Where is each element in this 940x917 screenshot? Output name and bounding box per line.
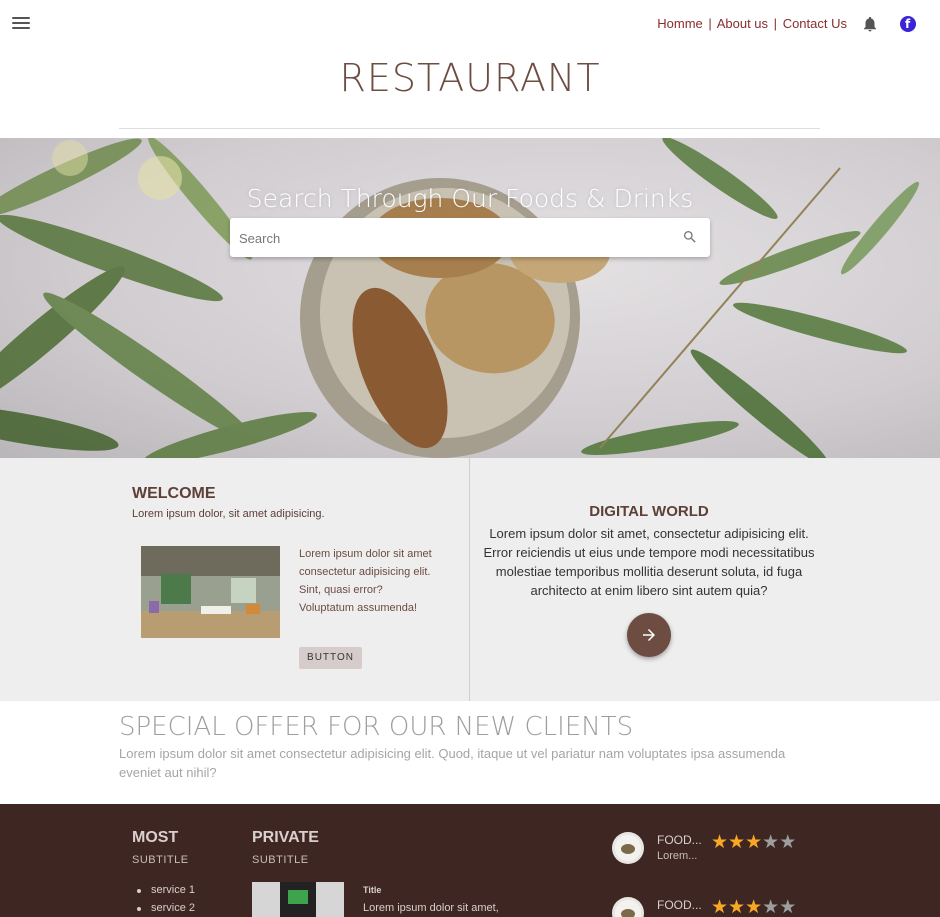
- most-subtitle: SUBTITLE: [132, 854, 189, 866]
- hero-title: Search Through Our Foods & Drinks: [246, 184, 694, 213]
- arrow-right-icon: [643, 629, 655, 641]
- food-avatar: [612, 897, 644, 917]
- services-list: service 1 service 2: [136, 884, 195, 917]
- private-title: PRIVATE: [252, 829, 319, 846]
- private-item-image: [252, 882, 344, 917]
- nav-link-about[interactable]: About us: [717, 16, 768, 31]
- welcome-subtitle: Lorem ipsum dolor, sit amet adipisicing.: [132, 508, 325, 520]
- star-icon[interactable]: ★: [779, 831, 796, 853]
- welcome-body: Lorem ipsum dolor sit amet consectetur a…: [299, 548, 432, 614]
- star-icon[interactable]: ★: [728, 896, 745, 917]
- list-item[interactable]: service 1: [136, 884, 195, 902]
- food-desc: Lorem...: [657, 850, 698, 862]
- star-icon[interactable]: ★: [745, 831, 762, 853]
- footer: MOST SUBTITLE service 1 service 2 PRIVAT…: [0, 804, 940, 917]
- nav-link-home[interactable]: Homme: [657, 16, 703, 31]
- star-icon[interactable]: ★: [728, 831, 745, 853]
- private-item-text: Lorem ipsum dolor sit amet,: [363, 902, 499, 914]
- top-bar: Homme | About us | Contact Us f: [0, 0, 940, 48]
- star-icon[interactable]: ★: [762, 831, 779, 853]
- star-icon[interactable]: ★: [711, 896, 728, 917]
- welcome-title: WELCOME: [132, 485, 216, 502]
- welcome-button[interactable]: BUTTON: [299, 647, 362, 669]
- digital-world-body: Lorem ipsum dolor sit amet, consectetur …: [483, 526, 815, 598]
- search-bar: [230, 218, 710, 257]
- list-item[interactable]: service 2: [136, 902, 195, 917]
- food-name: FOOD...: [657, 898, 702, 912]
- food-item[interactable]: FOOD... ★★★★★: [612, 897, 812, 917]
- arrow-right-button[interactable]: [627, 613, 671, 657]
- star-rating[interactable]: ★★★★★: [711, 833, 796, 852]
- header-divider: [119, 128, 820, 129]
- features-section: WELCOME Lorem ipsum dolor, sit amet adip…: [0, 458, 940, 701]
- star-icon[interactable]: ★: [711, 831, 728, 853]
- food-item[interactable]: FOOD... Lorem... ★★★★★: [612, 832, 812, 866]
- restaurant-interior-image: [141, 546, 280, 638]
- private-subtitle: SUBTITLE: [252, 854, 309, 866]
- offer-title: SPECIAL OFFER FOR OUR NEW CLIENTS: [119, 712, 634, 742]
- star-icon[interactable]: ★: [745, 896, 762, 917]
- star-icon[interactable]: ★: [762, 896, 779, 917]
- food-name: FOOD...: [657, 833, 702, 847]
- facebook-icon[interactable]: f: [900, 16, 916, 32]
- nav-separator: |: [773, 16, 778, 31]
- top-nav: Homme | About us | Contact Us: [657, 16, 847, 31]
- food-avatar: [612, 832, 644, 864]
- star-icon[interactable]: ★: [779, 896, 796, 917]
- menu-icon[interactable]: [12, 14, 30, 34]
- digital-world-title: DIGITAL WORLD: [589, 503, 709, 520]
- private-item-title: Title: [363, 885, 382, 895]
- column-divider: [469, 458, 470, 701]
- hero-banner: Search Through Our Foods & Drinks: [0, 138, 940, 458]
- site-logo: RESTAURANT: [339, 56, 601, 100]
- bell-icon[interactable]: [861, 15, 879, 33]
- offer-body: Lorem ipsum dolor sit amet consectetur a…: [119, 746, 786, 780]
- nav-link-contact[interactable]: Contact Us: [783, 16, 847, 31]
- most-title: MOST: [132, 829, 179, 846]
- search-input[interactable]: [239, 227, 659, 249]
- search-icon[interactable]: [682, 229, 698, 245]
- nav-separator: |: [708, 16, 712, 31]
- star-rating[interactable]: ★★★★★: [711, 898, 796, 917]
